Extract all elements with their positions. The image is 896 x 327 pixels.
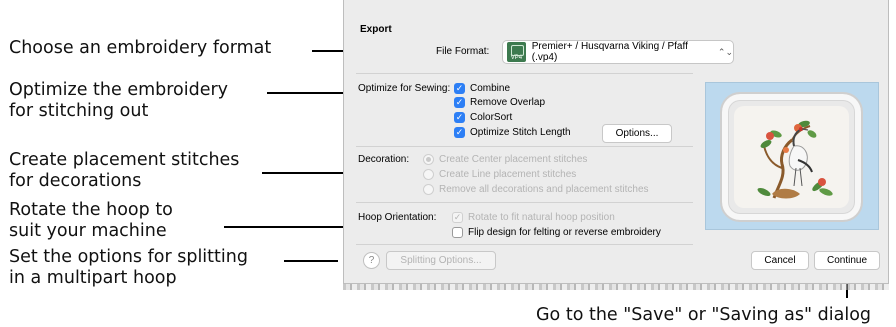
vp4-file-icon: VP4 <box>507 42 526 62</box>
callout-splitting-line2: in a multipart hoop <box>9 268 177 288</box>
checkmark-icon: ✓ <box>452 212 463 223</box>
checkbox-label: ColorSort <box>470 112 513 123</box>
checkbox-rotate-hoop[interactable]: ✓ Rotate to fit natural hoop position <box>452 212 615 223</box>
file-format-value: Premier+ / Husqvarna Viking / Pfaff (.vp… <box>531 41 688 63</box>
callout-continue: Go to the "Save" or "Saving as" dialog <box>536 305 872 325</box>
checkmark-icon: ✓ <box>454 83 465 94</box>
dialog-title: Export <box>360 24 392 35</box>
radio-label: Create Center placement stitches <box>439 154 588 165</box>
optimize-label: Optimize for Sewing: <box>358 83 451 94</box>
hoop-orientation-label: Hoop Orientation: <box>358 212 437 223</box>
checkbox-label: Remove Overlap <box>470 97 546 108</box>
leader-line-placement <box>262 172 356 174</box>
checkbox-label: Flip design for felting or reverse embro… <box>468 227 661 238</box>
callout-splitting-line1: Set the options for splitting <box>9 247 248 267</box>
file-format-select[interactable]: VP4 Premier+ / Husqvarna Viking / Pfaff … <box>502 40 734 64</box>
continue-button[interactable]: Continue <box>814 251 880 270</box>
leader-line-rotate <box>224 226 356 228</box>
radio-remove-decorations[interactable]: Remove all decorations and placement sti… <box>423 184 649 195</box>
embroidery-design-icon <box>757 120 833 199</box>
export-dialog: Export File Format: VP4 Premier+ / Husqv… <box>343 0 889 284</box>
checkbox-label: Optimize Stitch Length <box>470 127 571 138</box>
hoop-frame <box>720 92 863 222</box>
callout-rotate-line1: Rotate the hoop to <box>9 200 173 220</box>
checkbox-remove-overlap[interactable]: ✓ Remove Overlap <box>454 97 545 108</box>
callout-format: Choose an embroidery format <box>9 38 272 58</box>
options-button[interactable]: Options... <box>602 124 672 143</box>
radio-center-placement[interactable]: Create Center placement stitches <box>423 154 587 165</box>
leader-line-splitting <box>284 260 338 262</box>
cancel-button[interactable]: Cancel <box>751 251 809 270</box>
radio-line-placement[interactable]: Create Line placement stitches <box>423 169 576 180</box>
radio-label: Remove all decorations and placement sti… <box>439 184 649 195</box>
checkbox-label: Rotate to fit natural hoop position <box>468 212 615 223</box>
checkmark-icon: ✓ <box>454 97 465 108</box>
callout-rotate-line2: suit your machine <box>9 221 167 241</box>
checkbox-flip-design[interactable]: Flip design for felting or reverse embro… <box>452 227 661 238</box>
divider-bottom <box>356 244 693 245</box>
checkmark-icon: ✓ <box>454 112 465 123</box>
hoop-field <box>734 106 849 208</box>
splitting-options-button[interactable]: Splitting Options... <box>386 251 496 270</box>
chevron-updown-icon: ⌃⌄ <box>717 46 733 57</box>
callout-optimize-line2: for stitching out <box>9 101 149 121</box>
checkmark-icon: ✓ <box>454 127 465 138</box>
background-strip <box>343 284 889 290</box>
help-button[interactable]: ? <box>363 252 380 269</box>
radio-icon <box>423 184 434 195</box>
divider-hoop <box>356 202 693 203</box>
checkbox-label: Combine <box>470 83 511 94</box>
radio-label: Create Line placement stitches <box>439 169 577 180</box>
checkbox-empty-icon <box>452 227 463 238</box>
radio-icon <box>423 169 434 180</box>
divider-decoration <box>356 146 693 147</box>
decoration-label: Decoration: <box>358 154 410 165</box>
checkbox-colorsort[interactable]: ✓ ColorSort <box>454 112 512 123</box>
callout-optimize-line1: Optimize the embroidery <box>9 80 229 100</box>
divider-top <box>356 73 693 74</box>
callout-placement-line2: for decorations <box>9 171 142 191</box>
file-format-label: File Format: <box>436 46 490 57</box>
checkbox-combine[interactable]: ✓ Combine <box>454 83 510 94</box>
design-preview <box>705 82 879 230</box>
callout-placement-line1: Create placement stitches <box>9 150 240 170</box>
radio-selected-icon <box>423 154 434 165</box>
checkbox-optimize-stitch-length[interactable]: ✓ Optimize Stitch Length <box>454 127 571 138</box>
